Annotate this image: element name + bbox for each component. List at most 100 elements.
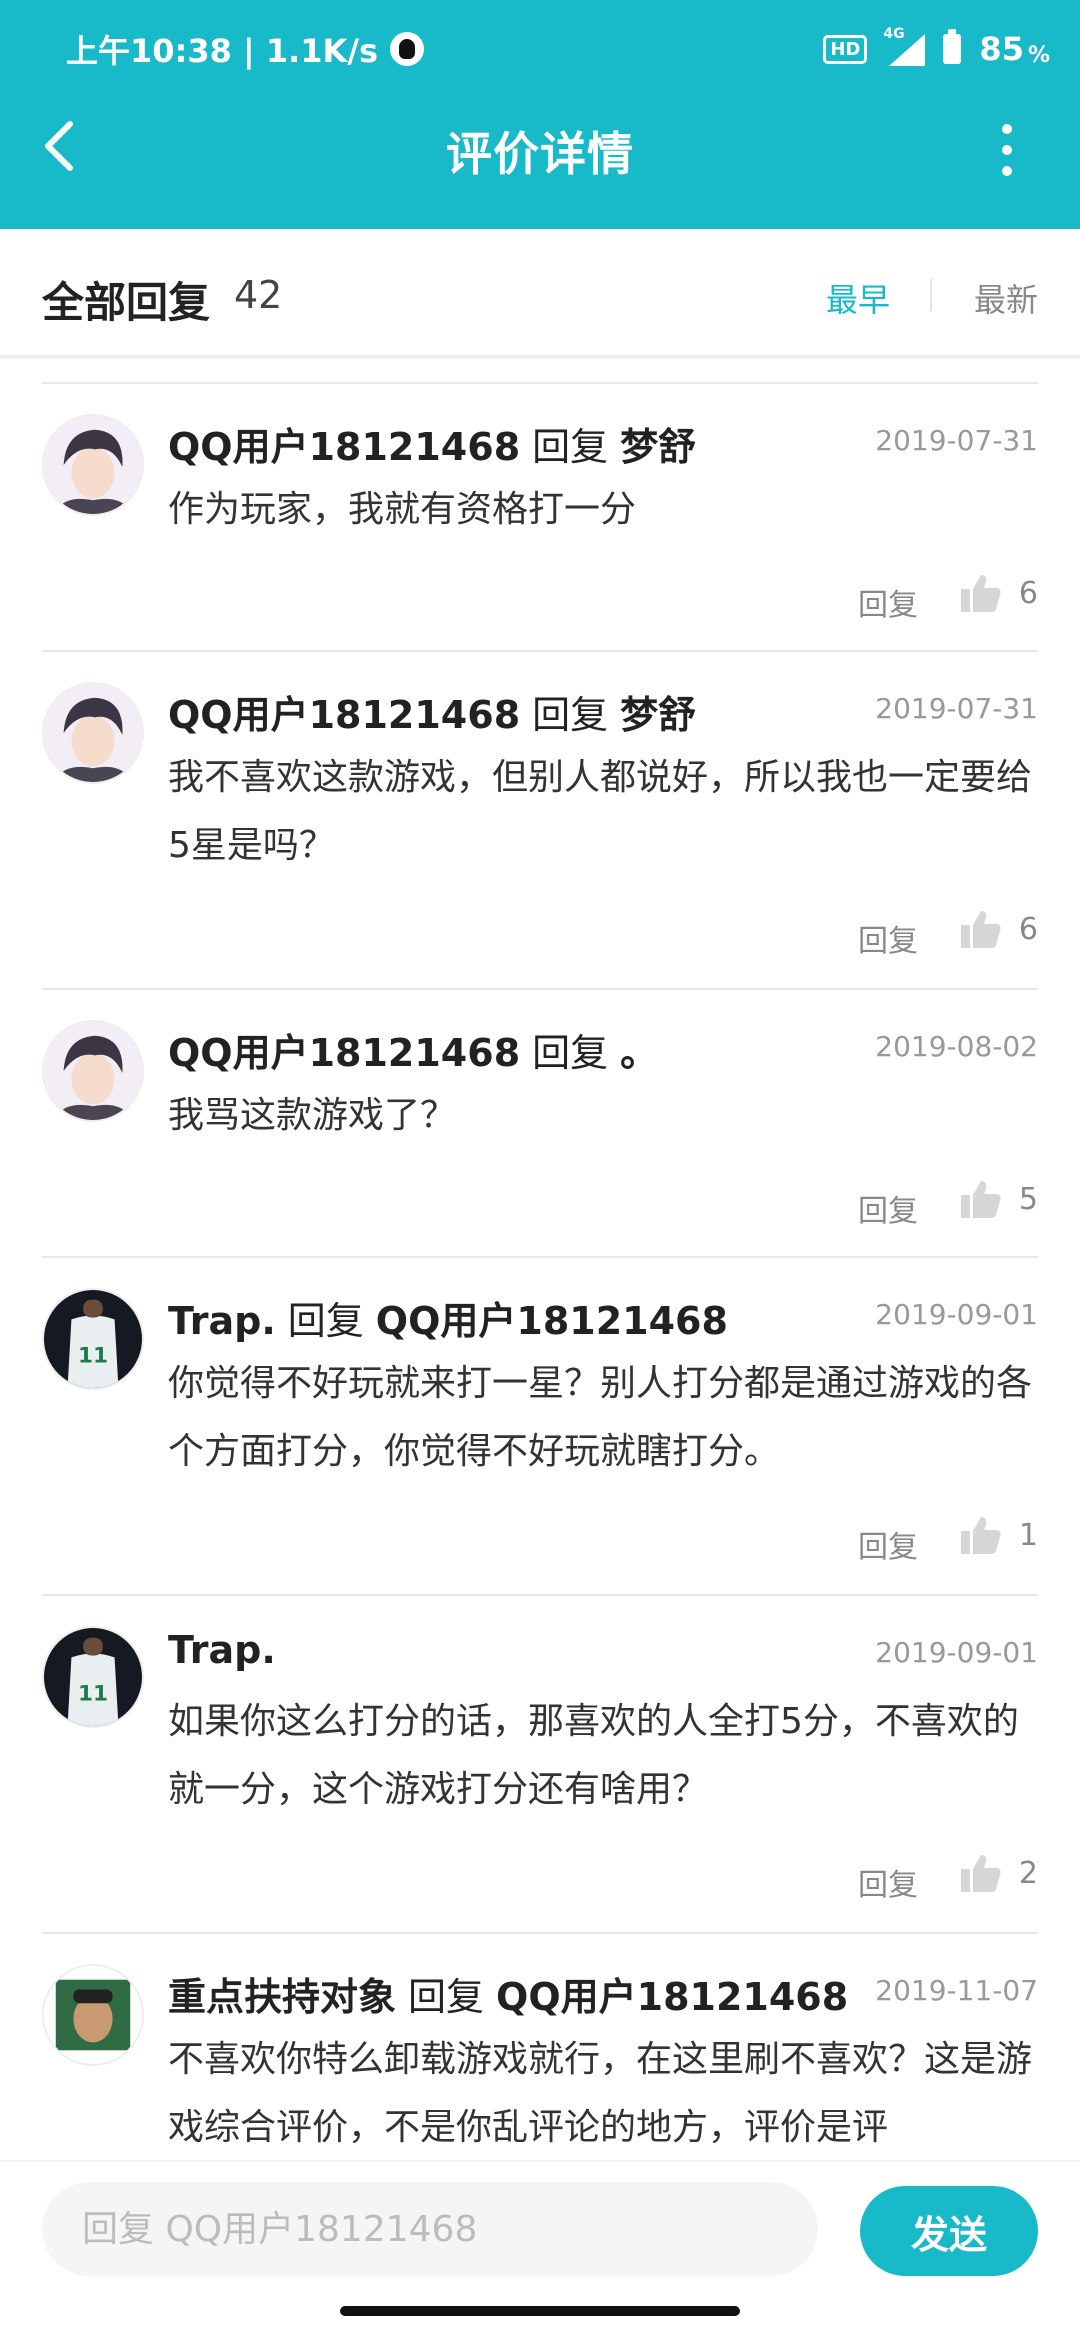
- reply-text: 我骂这款游戏了？: [168, 1095, 457, 1136]
- reply-username[interactable]: Trap.: [168, 1628, 276, 1672]
- reply-header: Trap. 回复 QQ用户18121468: [168, 1290, 728, 1345]
- user-avatar[interactable]: [42, 1020, 144, 1122]
- thumbs-up-icon: [960, 575, 1001, 612]
- reply-input[interactable]: [42, 2182, 818, 2276]
- battery-unit: %: [1027, 43, 1050, 68]
- user-avatar[interactable]: [42, 682, 144, 784]
- reply-header: QQ用户18121468 回复 梦舒: [168, 684, 696, 739]
- like-button[interactable]: 6: [959, 572, 1038, 614]
- reply-text: 作为玩家，我就有资格打一分: [168, 489, 637, 530]
- thumbs-up-icon: [960, 1517, 1001, 1554]
- reply-username[interactable]: QQ用户18121468: [168, 425, 520, 469]
- more-dot-icon: [1002, 124, 1012, 134]
- send-button[interactable]: 发送: [860, 2186, 1038, 2276]
- user-avatar[interactable]: [42, 414, 144, 516]
- reply-header: QQ用户18121468 回复。: [168, 1022, 658, 1077]
- svg-text:11: 11: [78, 1344, 108, 1369]
- reply-item: 11 Trap. 2019-09-01 如果你这么打分的话，那喜欢的人全打5分，…: [42, 1594, 1038, 1934]
- reply-date: 2019-11-07: [875, 1974, 1038, 2007]
- page-title: 评价详情: [446, 127, 634, 181]
- user-avatar[interactable]: 11: [42, 1626, 144, 1728]
- top-bar: 上午10:38 | 1.1K/s HD 4G 85 % 评价详情: [0, 0, 1080, 229]
- more-menu-button[interactable]: [992, 124, 1022, 176]
- sort-bar: 全部回复 42 最早 最新: [0, 229, 1080, 357]
- like-button[interactable]: 6: [959, 908, 1038, 950]
- reply-username[interactable]: QQ用户18121468: [168, 1031, 520, 1075]
- reply-verb: 回复: [532, 693, 609, 737]
- sort-divider: [930, 279, 932, 311]
- like-count: 2: [1018, 1855, 1038, 1891]
- reply-text: 我不喜欢这款游戏，但别人都说好，所以我也一定要给5星是吗？: [168, 757, 1033, 866]
- reply-target-username[interactable]: 梦舒: [620, 425, 696, 469]
- reply-action-button[interactable]: 回复: [858, 1860, 918, 1904]
- hd-icon: HD: [823, 34, 868, 64]
- jersey-avatar-icon: 11: [44, 1628, 142, 1726]
- anime-boy-avatar-icon: [44, 1022, 142, 1120]
- reply-action-button[interactable]: 回复: [858, 1522, 918, 1566]
- thumbs-up-icon: [960, 1181, 1001, 1218]
- divider: [0, 357, 1080, 359]
- battery-icon: [943, 29, 962, 64]
- photo-avatar-icon: [44, 1966, 142, 2064]
- status-bar-left: 上午10:38 | 1.1K/s: [66, 24, 425, 74]
- like-count: 6: [1018, 911, 1038, 947]
- user-avatar[interactable]: [42, 1964, 144, 2066]
- reply-input-bar: 发送: [0, 2160, 1080, 2302]
- reply-action-button[interactable]: 回复: [858, 1186, 918, 1230]
- reply-username[interactable]: 重点扶持对象: [168, 1975, 396, 2019]
- svg-text:11: 11: [78, 1682, 108, 1707]
- like-count: 1: [1018, 1517, 1038, 1553]
- reply-header: 重点扶持对象 回复 QQ用户18121468: [168, 1966, 848, 2021]
- reply-text: 不喜欢你特么卸载游戏就行，在这里刷不喜欢？这是游戏综合评价，不是你乱评论的地方，…: [168, 2039, 1033, 2148]
- sort-newest-tab[interactable]: 最新: [974, 275, 1038, 321]
- reply-verb: 回复: [532, 425, 609, 469]
- jersey-avatar-icon: 11: [44, 1290, 142, 1388]
- reply-verb: 回复: [408, 1975, 485, 2019]
- reply-date: 2019-09-01: [875, 1298, 1038, 1331]
- reply-date: 2019-09-01: [875, 1636, 1038, 1669]
- reply-target-username[interactable]: QQ用户18121468: [496, 1975, 848, 2019]
- reply-header: Trap.: [168, 1628, 276, 1672]
- sort-earliest-tab[interactable]: 最早: [826, 275, 890, 321]
- qq-notification-icon: [390, 32, 425, 66]
- reply-count: 42: [234, 273, 283, 317]
- all-replies-title: 全部回复: [42, 278, 211, 327]
- thumbs-up-icon: [960, 911, 1001, 948]
- user-avatar[interactable]: 11: [42, 1288, 144, 1390]
- reply-target-username[interactable]: 。: [620, 1031, 658, 1075]
- status-time-speed: 上午10:38 | 1.1K/s: [66, 32, 379, 70]
- reply-verb: 回复: [287, 1299, 364, 1343]
- reply-action-button[interactable]: 回复: [858, 580, 918, 624]
- like-button[interactable]: 2: [959, 1852, 1038, 1894]
- anime-boy-avatar-icon: [44, 416, 142, 514]
- reply-text: 如果你这么打分的话，那喜欢的人全打5分，不喜欢的就一分，这个游戏打分还有啥用？: [168, 1701, 1019, 1810]
- reply-target-username[interactable]: QQ用户18121468: [376, 1299, 728, 1343]
- reply-target-username[interactable]: 梦舒: [620, 693, 696, 737]
- home-indicator[interactable]: [340, 2306, 740, 2316]
- reply-header: QQ用户18121468 回复 梦舒: [168, 416, 696, 471]
- reply-date: 2019-08-02: [875, 1030, 1038, 1063]
- reply-action-button[interactable]: 回复: [858, 916, 918, 960]
- reply-date: 2019-07-31: [875, 692, 1038, 725]
- like-button[interactable]: 5: [959, 1178, 1038, 1220]
- reply-username[interactable]: QQ用户18121468: [168, 693, 520, 737]
- reply-item: QQ用户18121468 回复 梦舒 2019-07-31 作为玩家，我就有资格打一…: [42, 382, 1038, 652]
- reply-date: 2019-07-31: [875, 424, 1038, 457]
- anime-boy-avatar-icon: [44, 684, 142, 782]
- reply-item: 重点扶持对象 回复 QQ用户18121468 2019-11-07 不喜欢你特么卸载…: [42, 1932, 1038, 2162]
- signal-icon: 4G: [883, 26, 926, 66]
- status-bar-right: HD 4G 85 %: [823, 24, 1050, 74]
- like-button[interactable]: 1: [959, 1514, 1038, 1556]
- thumbs-up-icon: [960, 1855, 1001, 1892]
- reply-item: 11 Trap. 回复 QQ用户18121468 2019-09-01 你觉得不好玩…: [42, 1256, 1038, 1596]
- like-count: 6: [1018, 575, 1038, 611]
- reply-item: QQ用户18121468 回复。 2019-08-02 我骂这款游戏了？ 回复 5: [42, 988, 1038, 1258]
- more-dot-icon: [1002, 166, 1012, 176]
- like-count: 5: [1018, 1181, 1038, 1217]
- reply-item: QQ用户18121468 回复 梦舒 2019-07-31 我不喜欢这款游戏，但别人…: [42, 650, 1038, 990]
- reply-text: 你觉得不好玩就来打一星？别人打分都是通过游戏的各个方面打分，你觉得不好玩就瞎打分…: [168, 1363, 1033, 1472]
- reply-verb: 回复: [532, 1031, 609, 1075]
- reply-username[interactable]: Trap.: [168, 1299, 276, 1343]
- battery-level: 85: [979, 30, 1024, 68]
- network-type: 4G: [883, 26, 905, 42]
